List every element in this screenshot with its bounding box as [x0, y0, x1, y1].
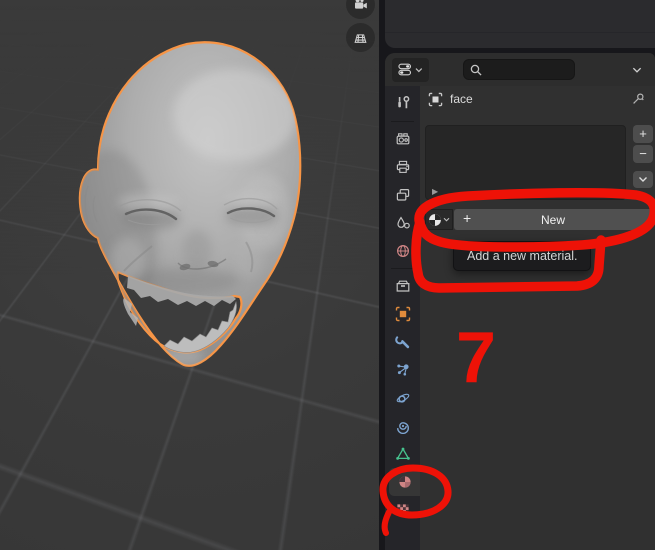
- tab-particles[interactable]: [385, 356, 420, 384]
- browse-material-button[interactable]: [425, 209, 453, 230]
- search-input[interactable]: [486, 61, 568, 78]
- properties-tab-strip: [385, 86, 420, 550]
- properties-editor: face ▶ + − + New Add a new material. 7: [385, 53, 655, 550]
- tab-render[interactable]: [385, 125, 420, 153]
- tab-view-layer[interactable]: [385, 181, 420, 209]
- tab-output[interactable]: [385, 153, 420, 181]
- slot-operations: + −: [633, 125, 653, 200]
- grid-icon: [354, 34, 367, 43]
- camera-icon: [354, 0, 367, 9]
- outliner-row-divider: [385, 32, 655, 33]
- world-globe-icon: [396, 244, 409, 258]
- breadcrumb: face: [420, 86, 655, 112]
- slot-expand-triangle[interactable]: ▶: [432, 188, 438, 196]
- tool-icon: [397, 96, 409, 109]
- tab-scene[interactable]: [385, 209, 420, 237]
- tab-world[interactable]: [385, 237, 420, 265]
- constraint-spiral-icon: [396, 422, 409, 434]
- tab-object-data[interactable]: [385, 440, 420, 468]
- tab-constraints[interactable]: [385, 412, 420, 440]
- 3d-viewport[interactable]: [0, 0, 379, 550]
- remove-slot-button[interactable]: −: [633, 145, 653, 163]
- object-square-icon: [395, 306, 410, 322]
- tab-modifiers[interactable]: [385, 328, 420, 356]
- material-sphere-icon: [398, 476, 411, 488]
- material-sphere-icon: [429, 213, 441, 226]
- material-slot-list[interactable]: ▶: [425, 125, 626, 200]
- slot-list-resize-grip[interactable]: [518, 188, 533, 194]
- collection-box-icon: [396, 280, 409, 292]
- orthographic-grid-button[interactable]: [346, 23, 375, 52]
- texture-checker-icon: [396, 504, 409, 516]
- annotation-step-number: 7: [456, 318, 497, 398]
- search-box[interactable]: [463, 59, 575, 80]
- tab-texture[interactable]: [385, 496, 420, 524]
- tab-separator: [391, 268, 414, 269]
- editor-type-button[interactable]: [392, 57, 429, 82]
- new-material-button[interactable]: + New: [454, 209, 652, 230]
- properties-editor-icon: [398, 63, 412, 76]
- object-icon: [428, 92, 443, 106]
- tab-separator: [391, 121, 414, 122]
- header-options-button[interactable]: [626, 59, 648, 81]
- particles-icon: [396, 364, 409, 376]
- breadcrumb-object-name: face: [450, 92, 473, 106]
- tab-physics[interactable]: [385, 384, 420, 412]
- search-icon: [470, 64, 482, 76]
- new-material-label: New: [540, 212, 565, 227]
- properties-header: [385, 53, 655, 86]
- tab-collection[interactable]: [385, 272, 420, 300]
- add-slot-button[interactable]: +: [633, 125, 653, 143]
- scene-object-head[interactable]: [0, 0, 379, 550]
- render-camera-icon: [396, 133, 409, 145]
- scene-icon: [396, 216, 410, 229]
- pin-icon: [633, 93, 644, 104]
- chevron-down-icon: [415, 67, 423, 72]
- plus-icon: +: [463, 210, 472, 226]
- chevron-down-icon: [632, 67, 642, 73]
- wrench-icon: [394, 335, 409, 349]
- material-properties-panel: face ▶ + − + New Add a new material. 7: [420, 86, 655, 550]
- mesh-triangle-icon: [395, 447, 410, 460]
- slot-specials-button[interactable]: [633, 171, 653, 188]
- view-layer-icon: [396, 188, 409, 201]
- chevron-down-icon: [443, 217, 450, 222]
- tab-tool[interactable]: [385, 88, 420, 118]
- tooltip: Add a new material.: [453, 241, 592, 271]
- tab-object[interactable]: [385, 300, 420, 328]
- chevron-down-icon: [639, 177, 647, 182]
- outliner-editor: [385, 0, 655, 48]
- tab-material[interactable]: [389, 468, 420, 496]
- physics-orbit-icon: [396, 393, 409, 403]
- pin-button[interactable]: [631, 92, 645, 106]
- blender-window: face ▶ + − + New Add a new material. 7: [0, 0, 655, 550]
- output-printer-icon: [396, 160, 409, 173]
